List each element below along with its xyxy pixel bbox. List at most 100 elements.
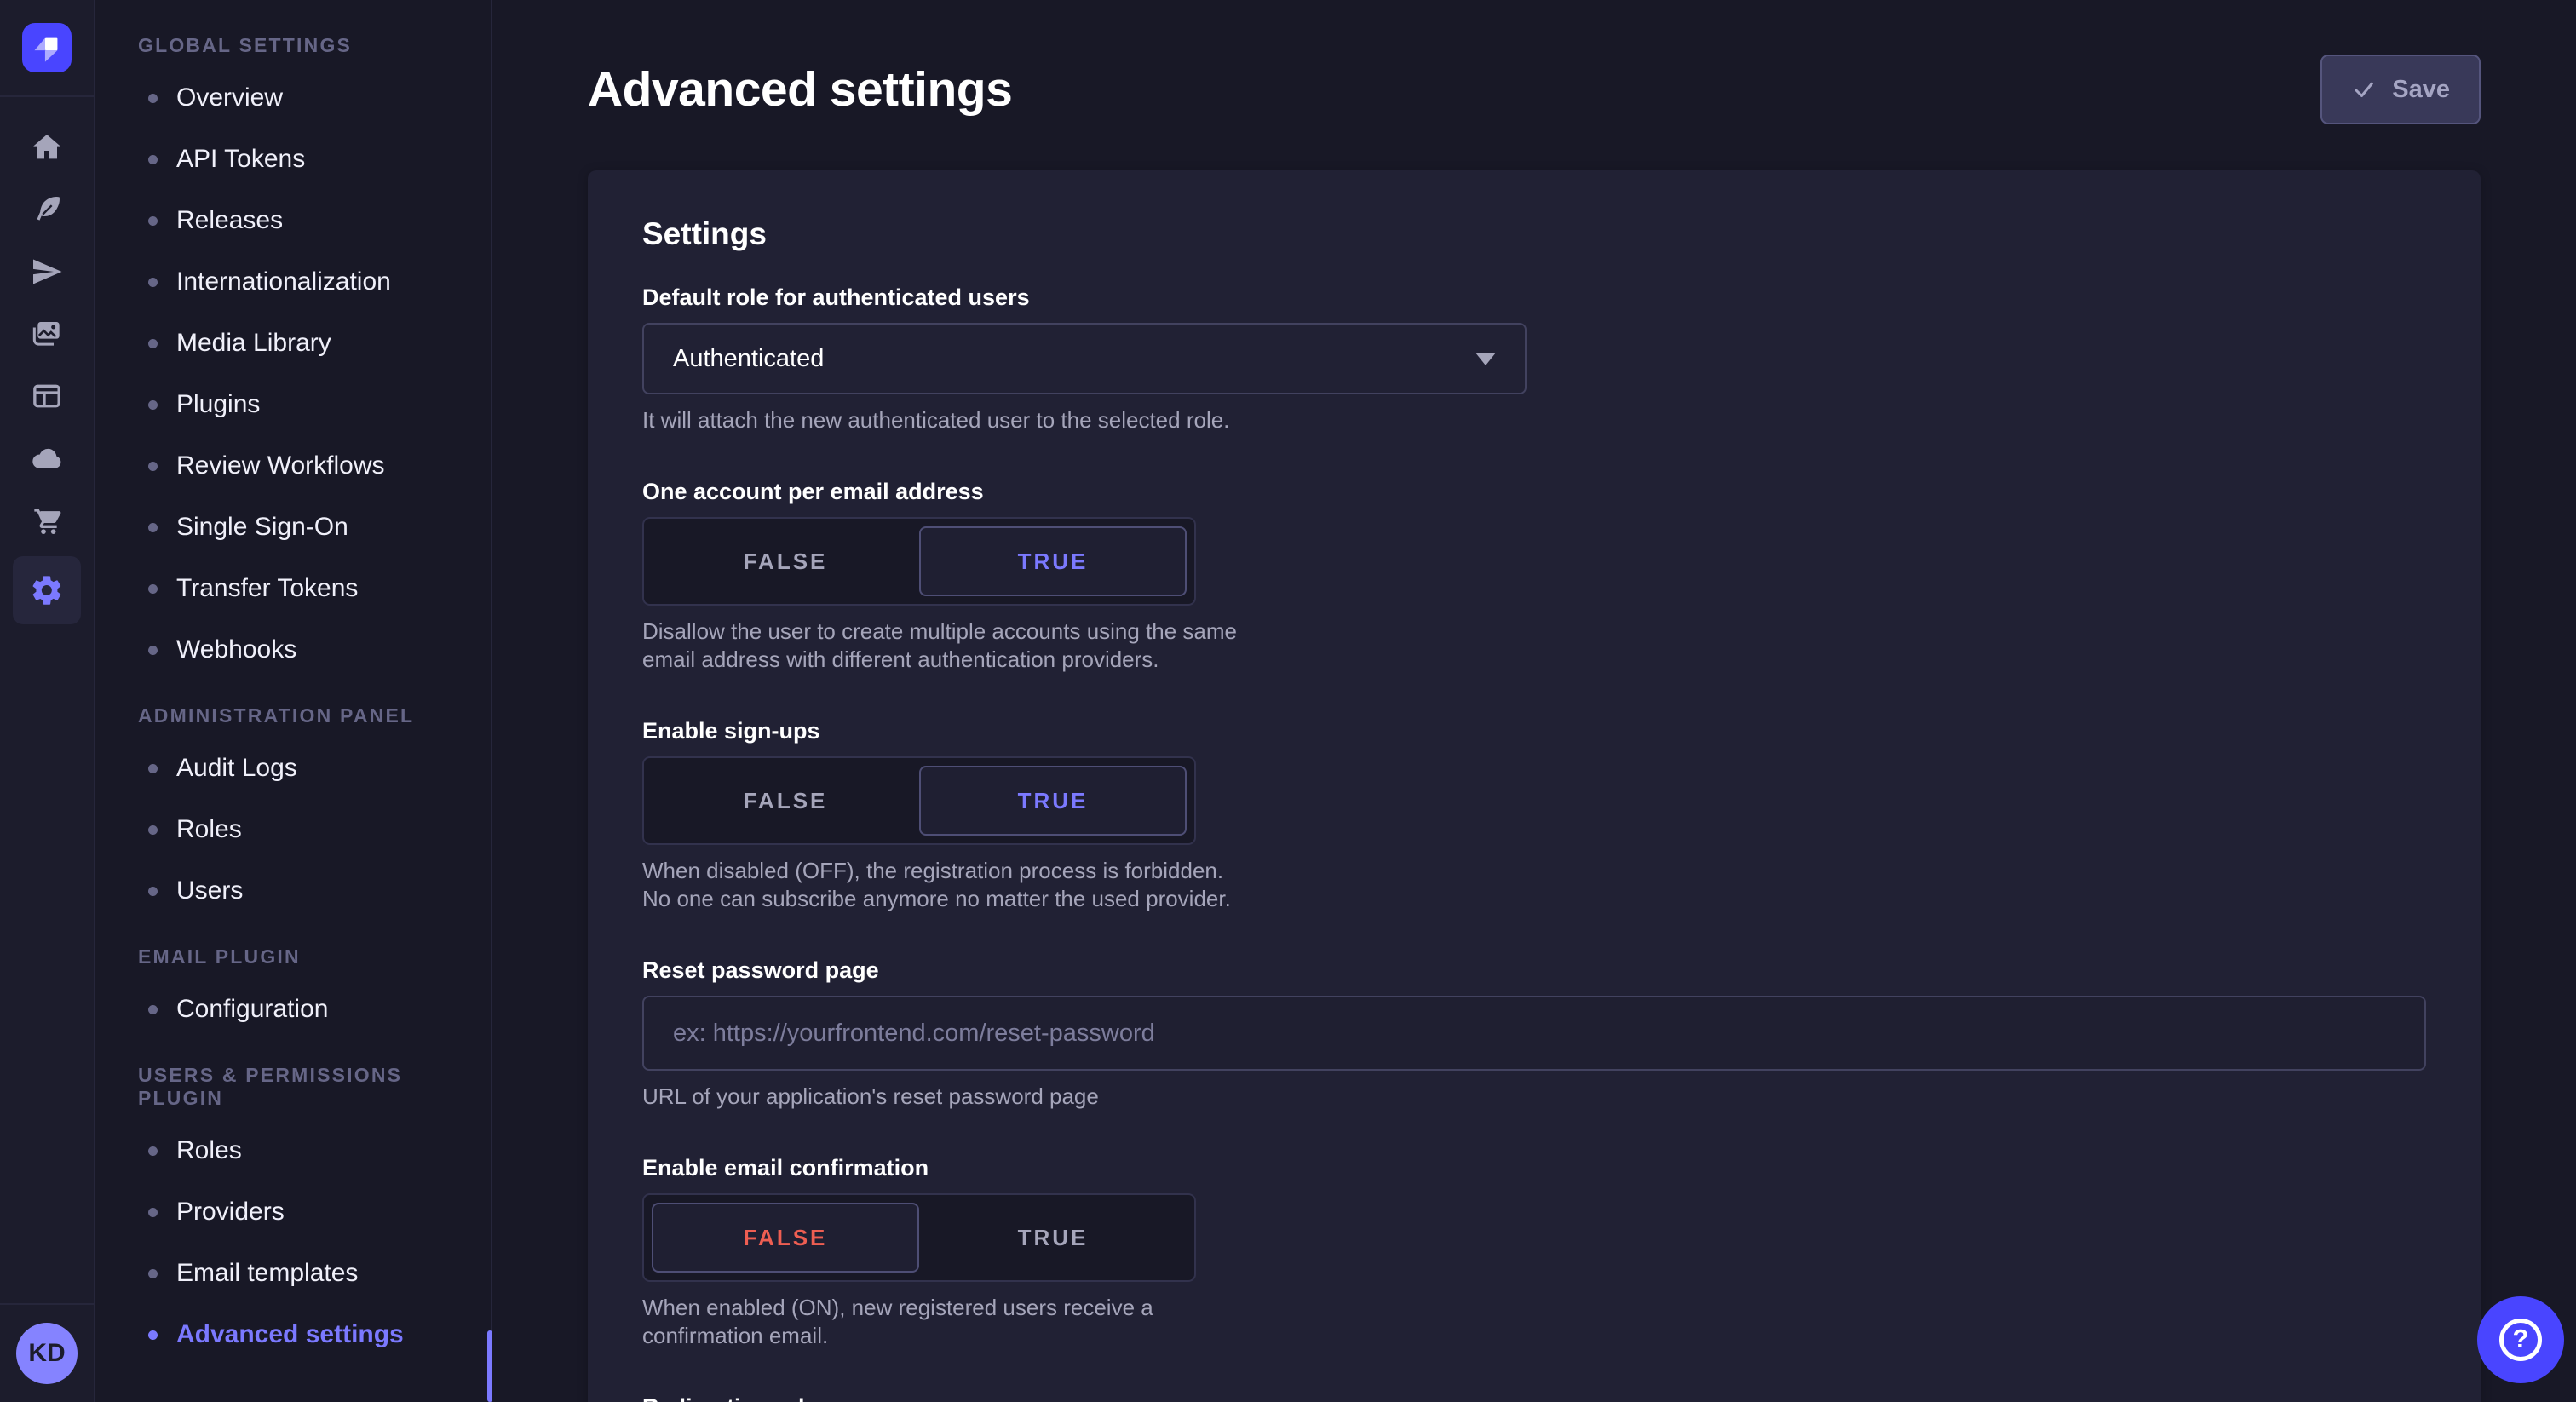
bullet-icon [148, 887, 158, 896]
bullet-icon [148, 155, 158, 164]
sidebar-item-transfer-tokens[interactable]: Transfer Tokens [95, 558, 491, 619]
sidebar-item-label: Roles [176, 815, 242, 844]
field-default-role: Default role for authenticated users Aut… [642, 284, 2426, 434]
settings-gear-icon[interactable] [13, 556, 81, 624]
bullet-icon [148, 584, 158, 594]
sidebar-item-single-sign-on[interactable]: Single Sign-On [95, 497, 491, 558]
field-hint: When enabled (ON), new registered users … [642, 1294, 1239, 1350]
field-reset-password: Reset password page URL of your applicat… [642, 957, 2426, 1111]
save-button-label: Save [2392, 76, 2450, 104]
bullet-icon [148, 1208, 158, 1217]
sidebar-item-label: Media Library [176, 329, 331, 358]
sidebar-item-label: Internationalization [176, 267, 391, 296]
sidebar-item-label: Releases [176, 206, 283, 235]
sidebar-item-providers[interactable]: Providers [95, 1181, 491, 1243]
cloud-icon[interactable] [13, 427, 81, 489]
bullet-icon [148, 1269, 158, 1278]
bullet-icon [148, 462, 158, 471]
content-type-builder-icon[interactable] [13, 365, 81, 427]
active-item-indicator [487, 1330, 492, 1402]
strapi-logo-icon [22, 23, 72, 72]
page-header: Advanced settings Save [588, 0, 2481, 143]
section-email-plugin: EMAIL PLUGIN Configuration [95, 934, 491, 1040]
avatar[interactable]: KD [16, 1323, 78, 1384]
enable-signups-true-option[interactable]: TRUE [919, 766, 1187, 836]
sidebar-item-up-roles[interactable]: Roles [95, 1120, 491, 1181]
icon-rail: KD [0, 0, 95, 1402]
default-role-select[interactable]: Authenticated [642, 323, 1527, 394]
sidebar-item-audit-logs[interactable]: Audit Logs [95, 738, 491, 799]
main-content: Advanced settings Save Settings Default … [492, 0, 2576, 1402]
bullet-icon [148, 278, 158, 287]
sidebar-item-plugins[interactable]: Plugins [95, 374, 491, 435]
sidebar-item-label: Email templates [176, 1259, 358, 1288]
media-library-icon[interactable] [13, 302, 81, 365]
sidebar-item-label: Advanced settings [176, 1320, 404, 1349]
sidebar-item-releases[interactable]: Releases [95, 190, 491, 251]
sidebar-item-internationalization[interactable]: Internationalization [95, 251, 491, 313]
bullet-icon [148, 216, 158, 226]
sidebar-item-media-library[interactable]: Media Library [95, 313, 491, 374]
field-enable-signups: Enable sign-ups FALSE TRUE When disabled… [642, 718, 2426, 913]
marketplace-cart-icon[interactable] [13, 489, 81, 551]
sidebar-item-review-workflows[interactable]: Review Workflows [95, 435, 491, 497]
one-account-true-option[interactable]: TRUE [919, 526, 1187, 596]
bullet-icon [148, 764, 158, 773]
default-role-select-value: Authenticated [673, 345, 824, 373]
settings-card: Settings Default role for authenticated … [588, 170, 2481, 1402]
email-confirmation-true-option[interactable]: TRUE [919, 1203, 1187, 1273]
section-title: GLOBAL SETTINGS [95, 22, 491, 67]
field-label: Redirection url [642, 1394, 2426, 1402]
logo-area [0, 0, 94, 97]
bullet-icon [148, 523, 158, 532]
sidebar-item-label: Review Workflows [176, 451, 385, 480]
field-label: One account per email address [642, 479, 2426, 505]
field-one-account: One account per email address FALSE TRUE… [642, 479, 2426, 674]
section-title: USERS & PERMISSIONS PLUGIN [95, 1052, 491, 1120]
feather-content-icon[interactable] [13, 178, 81, 240]
sidebar-item-label: Single Sign-On [176, 513, 348, 542]
field-label: Default role for authenticated users [642, 284, 2426, 311]
section-global-settings: GLOBAL SETTINGS Overview API Tokens Rele… [95, 22, 491, 681]
field-label: Enable sign-ups [642, 718, 2426, 744]
sidebar-item-label: Users [176, 876, 243, 905]
field-hint: It will attach the new authenticated use… [642, 406, 2426, 434]
rail-nav [13, 97, 81, 624]
enable-signups-toggle: FALSE TRUE [642, 756, 1196, 845]
sidebar-item-admin-users[interactable]: Users [95, 860, 491, 922]
help-button[interactable]: ? [2477, 1296, 2564, 1383]
save-button[interactable]: Save [2320, 55, 2481, 124]
sidebar-item-admin-roles[interactable]: Roles [95, 799, 491, 860]
sidebar-item-overview[interactable]: Overview [95, 67, 491, 129]
enable-signups-false-option[interactable]: FALSE [652, 766, 919, 836]
page-title: Advanced settings [588, 61, 1012, 118]
sidebar-item-label: Plugins [176, 390, 260, 419]
sidebar-item-label: Overview [176, 83, 283, 112]
field-hint: When disabled (OFF), the registration pr… [642, 857, 1239, 913]
sidebar-item-api-tokens[interactable]: API Tokens [95, 129, 491, 190]
sidebar-item-configuration[interactable]: Configuration [95, 979, 491, 1040]
email-confirmation-false-option[interactable]: FALSE [652, 1203, 919, 1273]
field-label: Reset password page [642, 957, 2426, 984]
sidebar-item-label: API Tokens [176, 145, 305, 174]
one-account-toggle: FALSE TRUE [642, 517, 1196, 606]
section-title: ADMINISTRATION PANEL [95, 692, 491, 738]
sidebar-item-advanced-settings[interactable]: Advanced settings [95, 1304, 491, 1365]
field-hint: URL of your application's reset password… [642, 1083, 2426, 1111]
one-account-false-option[interactable]: FALSE [652, 526, 919, 596]
bullet-icon [148, 400, 158, 410]
chevron-down-icon [1475, 353, 1496, 365]
sidebar-item-email-templates[interactable]: Email templates [95, 1243, 491, 1304]
paper-plane-icon[interactable] [13, 240, 81, 302]
home-icon[interactable] [13, 116, 81, 178]
rail-footer: KD [0, 1303, 94, 1402]
sidebar-item-label: Roles [176, 1136, 242, 1165]
settings-sidebar: GLOBAL SETTINGS Overview API Tokens Rele… [95, 0, 492, 1402]
reset-password-input[interactable] [642, 996, 2426, 1071]
sidebar-item-label: Webhooks [176, 635, 296, 664]
field-redirection-url: Redirection url [642, 1394, 2426, 1402]
sidebar-item-label: Audit Logs [176, 754, 297, 783]
strapi-logo[interactable] [22, 23, 72, 72]
email-confirmation-toggle: FALSE TRUE [642, 1193, 1196, 1282]
sidebar-item-webhooks[interactable]: Webhooks [95, 619, 491, 681]
